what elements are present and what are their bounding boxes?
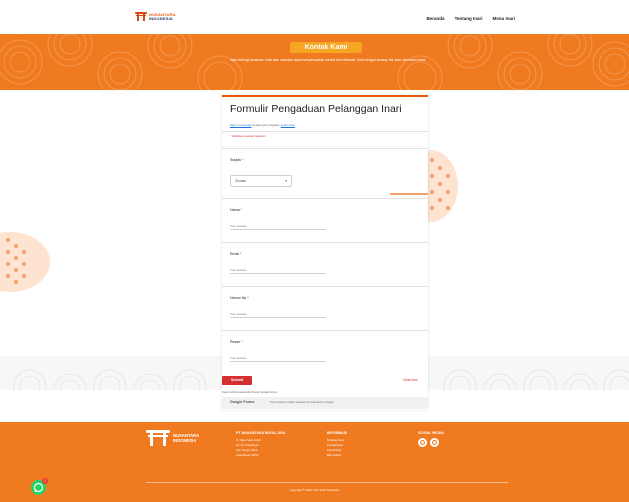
instagram-icon[interactable] bbox=[418, 438, 427, 447]
pesan-input[interactable]: Your answer bbox=[230, 356, 326, 362]
footer-logo[interactable]: NUSANTARA INDONESIA bbox=[146, 430, 199, 446]
question-pesan: Pesan * Your answer bbox=[222, 330, 428, 366]
address-line: Jawa Barat 16154 bbox=[236, 453, 259, 457]
chevron-down-icon: ▾ bbox=[285, 179, 287, 183]
notification-badge: 1 bbox=[42, 478, 48, 484]
question-email: Email * Your answer bbox=[222, 242, 428, 286]
question-nama: Nama * Your answer bbox=[222, 198, 428, 242]
footer-info: INFORMASI Tentang Kami Kontak Kami Franc… bbox=[327, 431, 347, 458]
form-title: Formulir Pengaduan Pelanggan Inari bbox=[230, 103, 402, 115]
nama-input[interactable]: Your answer bbox=[230, 224, 326, 230]
info-heading: INFORMASI bbox=[327, 431, 348, 435]
question-nomor-hp: Nomor Hp * Your answer bbox=[222, 286, 428, 330]
footer-logo-bottom: INDONESIA bbox=[173, 438, 197, 443]
question-label: Subjek * bbox=[230, 158, 244, 162]
footer-divider bbox=[146, 482, 508, 483]
site-footer: NUSANTARA INDONESIA PT NASANTARA BOGA JA… bbox=[0, 422, 629, 502]
footer-link-blog[interactable]: Blog Artikel bbox=[327, 453, 347, 458]
google-forms-logo[interactable]: Google Forms bbox=[230, 400, 254, 404]
google-forms-footer: Google Forms This content is neither cre… bbox=[222, 397, 428, 409]
email-input[interactable]: Your answer bbox=[230, 268, 326, 274]
submit-button[interactable]: Submit bbox=[222, 376, 252, 385]
torii-gate-icon bbox=[146, 430, 170, 446]
footer-social: SOSIAL MEDIA bbox=[418, 431, 444, 447]
subjek-dropdown[interactable]: Choose ▾ bbox=[230, 175, 292, 187]
google-form-card: Formulir Pengaduan Pelanggan Inari Sign … bbox=[222, 95, 428, 410]
company-heading: PT NASANTARA BOGA JAYA bbox=[236, 431, 286, 435]
footer-company: PT NASANTARA BOGA JAYA Jl. Raya Suka Ind… bbox=[236, 431, 286, 458]
question-label: Nomor Hp * bbox=[230, 296, 249, 300]
torii-gate-icon bbox=[135, 12, 147, 21]
hero-subtitle: Ingin hubungi peraturan, kritik atau mas… bbox=[230, 58, 426, 62]
signin-link[interactable]: Sign in to Google bbox=[230, 123, 251, 127]
nav-link-beranda[interactable]: Beranda bbox=[427, 16, 445, 21]
nav-link-menu[interactable]: Menu Inari bbox=[492, 16, 515, 21]
question-label: Pesan * bbox=[230, 340, 243, 344]
main-nav: Beranda Tentang Inari Menu Inari bbox=[427, 16, 515, 21]
question-label: Email * bbox=[230, 252, 242, 256]
password-warning: Never submit passwords through Google Fo… bbox=[222, 391, 278, 394]
page-title: Kontak Kami bbox=[290, 42, 362, 53]
clear-form-link[interactable]: Clear form bbox=[403, 378, 418, 382]
logo-text-bottom: INDONESIA bbox=[149, 15, 174, 21]
dropdown-value: Choose bbox=[235, 179, 246, 183]
question-subjek: Subjek * Choose ▾ bbox=[222, 148, 428, 203]
question-label: Nama * bbox=[230, 208, 242, 212]
hero-banner: Kontak Kami Ingin hubungi peraturan, kri… bbox=[0, 34, 629, 90]
phone-input[interactable]: Your answer bbox=[230, 312, 326, 318]
decorative-pattern-circle bbox=[0, 232, 50, 292]
copyright-text: Copyright © 2023. Inari Sushi Indonesia bbox=[289, 488, 340, 492]
learn-more-link[interactable]: Learn more bbox=[281, 123, 295, 127]
divider bbox=[222, 131, 428, 132]
signin-suffix: to save your progress. bbox=[252, 123, 280, 127]
brand-logo[interactable]: NUSANTARA INDONESIA bbox=[135, 12, 176, 21]
nav-link-tentang[interactable]: Tentang Inari bbox=[455, 16, 483, 21]
required-note: * Indicates required question bbox=[230, 134, 266, 138]
google-forms-disclaimer: This content is neither created nor endo… bbox=[270, 401, 335, 404]
top-navbar: NUSANTARA INDONESIA Beranda Tentang Inar… bbox=[0, 0, 629, 34]
signin-note: Sign in to Google to save your progress.… bbox=[230, 123, 295, 127]
social-heading: SOSIAL MEDIA bbox=[418, 431, 444, 435]
decorative-line bbox=[390, 193, 428, 195]
tiktok-icon[interactable] bbox=[430, 438, 439, 447]
